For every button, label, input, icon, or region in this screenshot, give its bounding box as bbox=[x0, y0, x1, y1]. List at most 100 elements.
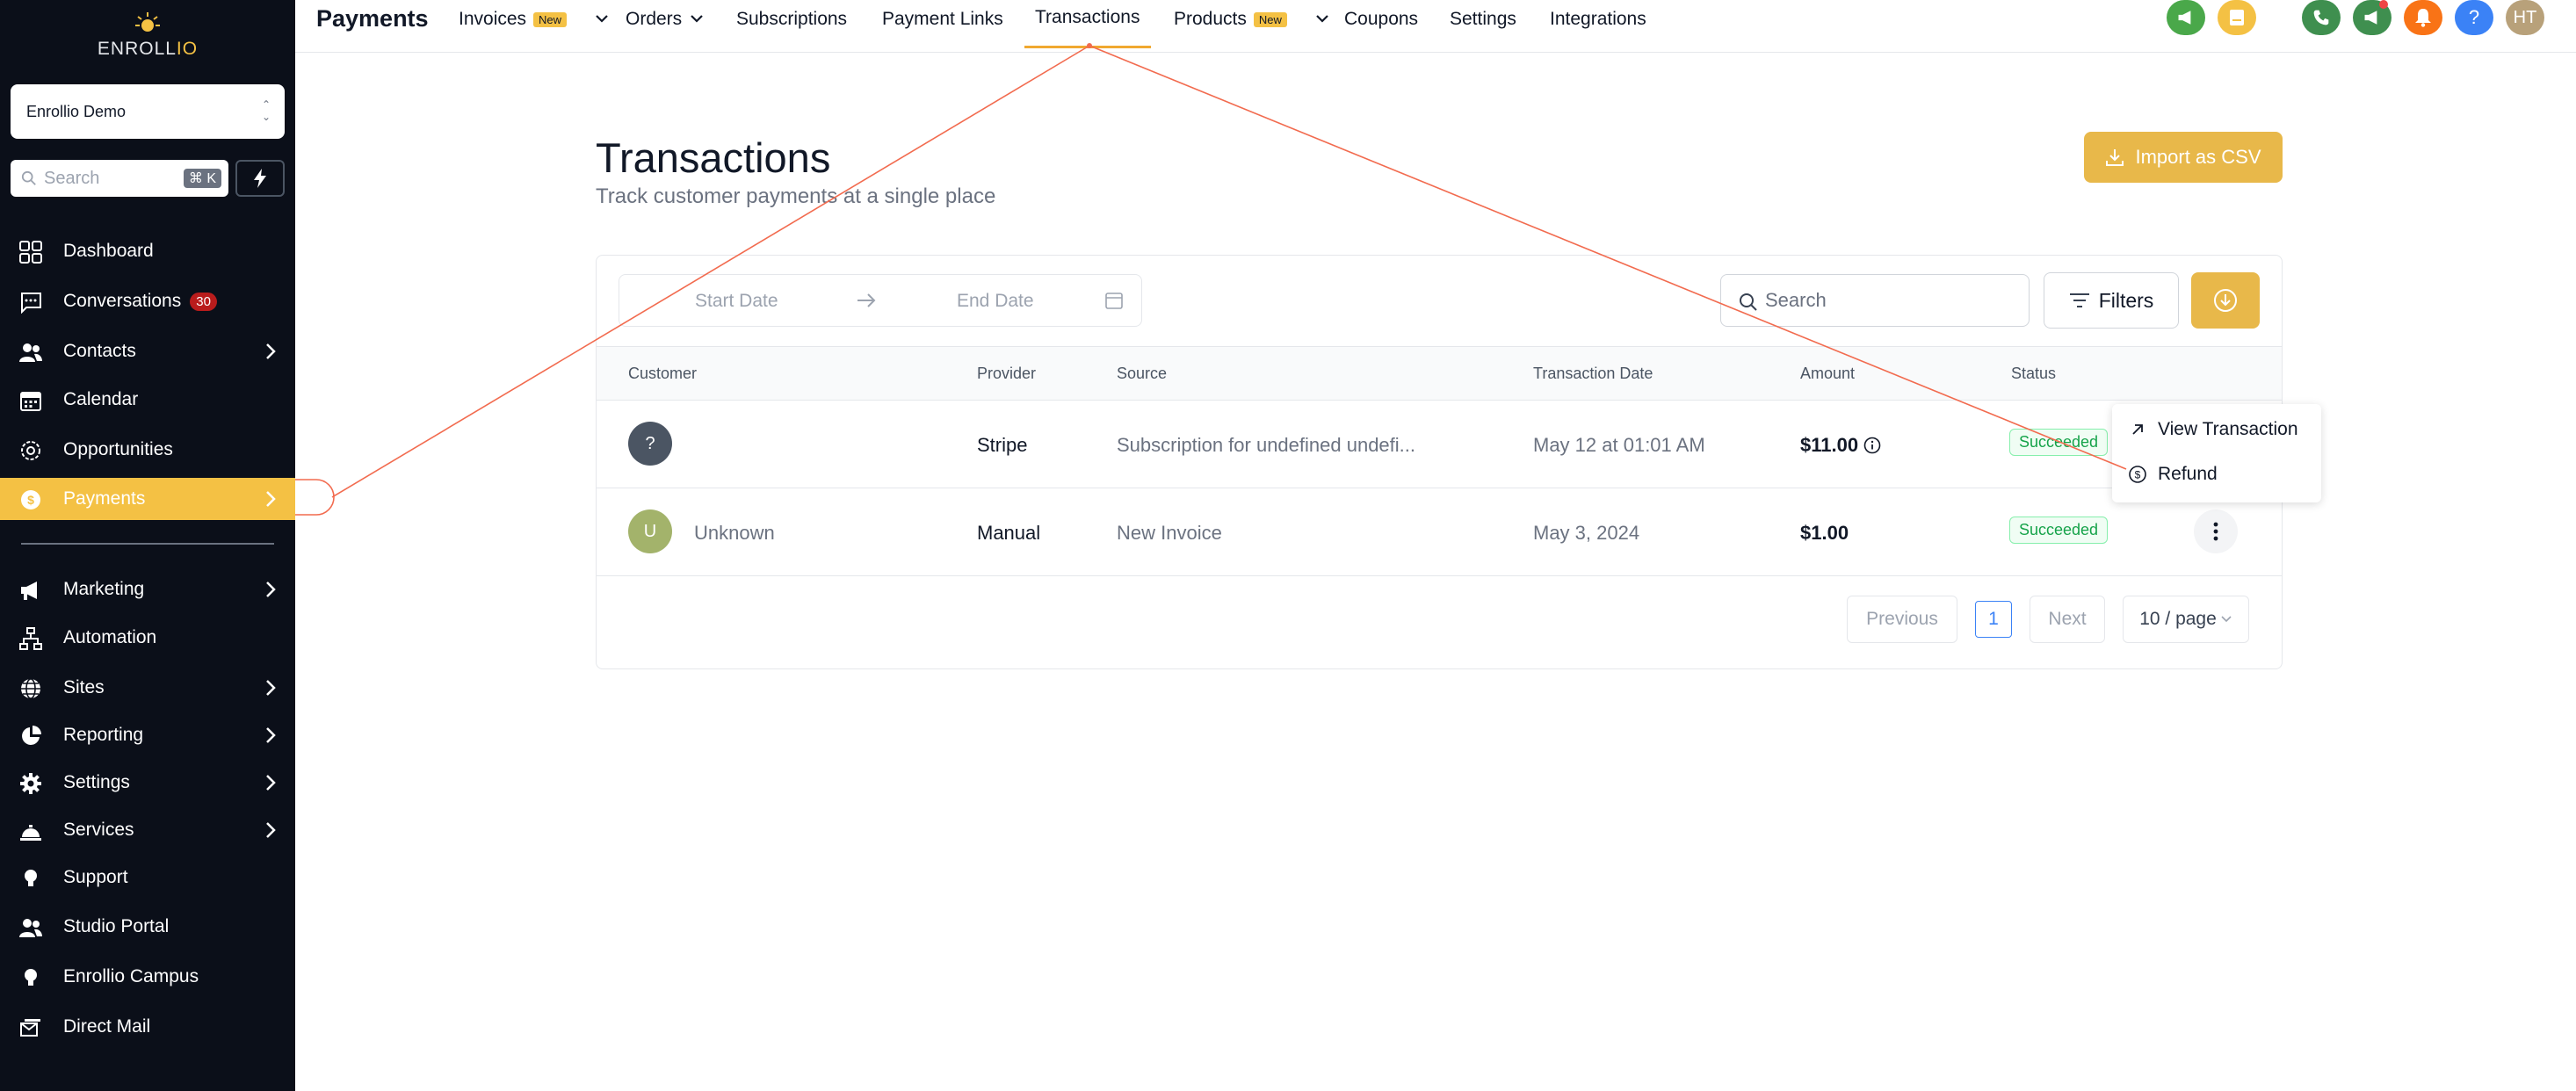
chevron-down-icon[interactable] bbox=[689, 12, 705, 25]
user-avatar[interactable]: HT bbox=[2506, 0, 2544, 35]
globe-icon bbox=[21, 678, 40, 699]
sidebar-search-input[interactable]: Search ⌘ K bbox=[11, 160, 228, 197]
column-header-status[interactable]: Status bbox=[2011, 365, 2056, 383]
export-button[interactable] bbox=[2191, 272, 2260, 329]
section-title: Payments bbox=[316, 5, 429, 32]
sidebar-item-dashboard[interactable]: Dashboard bbox=[0, 230, 295, 272]
tab-invoices[interactable]: Invoices New bbox=[459, 9, 568, 30]
column-header-source[interactable]: Source bbox=[1117, 365, 1167, 383]
column-header-amount[interactable]: Amount bbox=[1800, 365, 1855, 383]
sidebar-item-calendar[interactable]: Calendar bbox=[0, 379, 295, 421]
amount-value: $11.00 bbox=[1800, 434, 1859, 456]
sidebar-item-automation[interactable]: Automation bbox=[0, 617, 295, 659]
filters-button[interactable]: Filters bbox=[2044, 272, 2179, 329]
chevron-down-icon[interactable] bbox=[594, 12, 610, 25]
quick-actions-button[interactable] bbox=[235, 160, 285, 197]
annotation-highlight bbox=[295, 479, 335, 516]
sidebar-divider bbox=[21, 543, 274, 545]
sidebar-item-label: Dashboard bbox=[63, 241, 154, 261]
tab-settings[interactable]: Settings bbox=[1450, 9, 1516, 30]
chevron-up-down-icon: ⌃ ⌄ bbox=[261, 98, 271, 123]
customer-avatar: U bbox=[628, 509, 672, 553]
users-icon bbox=[19, 919, 42, 937]
next-page-button[interactable]: Next bbox=[2030, 596, 2105, 643]
arrow-up-right-icon bbox=[2132, 424, 2143, 435]
download-icon bbox=[2106, 149, 2124, 166]
search-icon bbox=[21, 170, 36, 185]
row-actions-button[interactable] bbox=[2194, 509, 2238, 553]
megaphone-icon bbox=[2178, 11, 2191, 25]
sidebar-item-label: Opportunities bbox=[63, 439, 173, 459]
new-badge: New bbox=[1253, 11, 1287, 27]
help-icon: ? bbox=[2468, 6, 2480, 28]
refund-menu-item[interactable]: $ Refund bbox=[2112, 452, 2321, 496]
target-icon bbox=[21, 441, 40, 460]
sidebar-item-enrollio-campus[interactable]: Enrollio Campus bbox=[0, 956, 295, 998]
sidebar-item-reporting[interactable]: Reporting bbox=[0, 714, 295, 756]
page-size-select[interactable]: 10 / page bbox=[2123, 596, 2249, 643]
tab-coupons[interactable]: Coupons bbox=[1344, 9, 1418, 30]
page-number-button[interactable]: 1 bbox=[1975, 601, 2012, 638]
tab-orders[interactable]: Orders bbox=[626, 9, 682, 30]
chevron-down-icon[interactable] bbox=[1314, 12, 1330, 25]
info-icon[interactable] bbox=[1863, 437, 1881, 454]
menu-item-label: Refund bbox=[2158, 464, 2218, 484]
chat-icon bbox=[21, 293, 41, 314]
import-csv-label: Import as CSV bbox=[2135, 146, 2261, 168]
sidebar-item-opportunities[interactable]: Opportunities bbox=[0, 429, 295, 471]
status-badge: Succeeded bbox=[2009, 517, 2109, 544]
search-icon bbox=[1740, 293, 1757, 311]
column-header-customer[interactable]: Customer bbox=[628, 365, 697, 383]
sidebar-item-conversations[interactable]: Conversations 30 bbox=[0, 280, 295, 322]
table-row[interactable]: ? Stripe Subscription for undefined unde… bbox=[597, 401, 2282, 488]
sidebar-item-payments[interactable]: $ Payments bbox=[0, 478, 295, 520]
start-date-placeholder: Start Date bbox=[695, 291, 778, 311]
view-transaction-menu-item[interactable]: View Transaction bbox=[2112, 408, 2321, 452]
sidebar-item-sites[interactable]: Sites bbox=[0, 667, 295, 709]
sidebar-item-support[interactable]: Support bbox=[0, 856, 295, 899]
sidebar-item-label: Direct Mail bbox=[63, 1016, 151, 1037]
previous-page-button[interactable]: Previous bbox=[1847, 596, 1957, 643]
customer-name[interactable]: Unknown bbox=[694, 522, 775, 545]
sidebar-item-services[interactable]: Services bbox=[0, 809, 295, 851]
tab-payment-links[interactable]: Payment Links bbox=[882, 9, 1003, 30]
column-header-provider[interactable]: Provider bbox=[977, 365, 1036, 383]
mail-icon bbox=[20, 1019, 40, 1037]
marketing-alert-button[interactable] bbox=[2353, 0, 2391, 35]
sidebar-item-marketing[interactable]: Marketing bbox=[0, 568, 295, 611]
tab-transactions[interactable]: Transactions bbox=[1035, 7, 1140, 28]
column-header-transaction-date[interactable]: Transaction Date bbox=[1533, 365, 1653, 383]
more-vertical-icon bbox=[2213, 522, 2218, 541]
phone-button[interactable] bbox=[2302, 0, 2341, 35]
location-switcher[interactable]: Enrollio Demo ⌃ ⌄ bbox=[11, 84, 285, 139]
bell-icon bbox=[2415, 9, 2431, 27]
help-button[interactable]: ? bbox=[2455, 0, 2493, 35]
end-date-placeholder: End Date bbox=[957, 291, 1034, 311]
tab-products[interactable]: Products New bbox=[1174, 9, 1287, 30]
import-csv-button[interactable]: Import as CSV bbox=[2084, 132, 2283, 183]
table-row[interactable]: U Unknown Manual New Invoice May 3, 2024… bbox=[597, 488, 2282, 576]
notifications-button[interactable] bbox=[2404, 0, 2442, 35]
tab-subscriptions[interactable]: Subscriptions bbox=[736, 9, 847, 30]
new-badge: New bbox=[533, 11, 568, 27]
sidebar-item-direct-mail[interactable]: Direct Mail bbox=[0, 1006, 295, 1048]
sidebar-item-settings[interactable]: Settings bbox=[0, 762, 295, 804]
sidebar-item-contacts[interactable]: Contacts bbox=[0, 330, 295, 372]
date-range-picker[interactable]: Start Date End Date bbox=[619, 274, 1142, 327]
sidebar-item-label: Reporting bbox=[63, 725, 144, 745]
sidebar-item-label: Enrollio Campus bbox=[63, 966, 199, 986]
sidebar-item-label: Studio Portal bbox=[63, 916, 170, 936]
enrollio-logo[interactable]: ENROLLIO bbox=[95, 11, 200, 63]
users-icon bbox=[19, 343, 42, 362]
notes-button[interactable] bbox=[2218, 0, 2256, 35]
lightbulb-icon bbox=[25, 969, 37, 986]
user-initials: HT bbox=[2513, 7, 2537, 27]
transactions-search-input[interactable]: Search bbox=[1720, 274, 2030, 327]
sidebar-item-studio-portal[interactable]: Studio Portal bbox=[0, 906, 295, 948]
calendar-icon bbox=[20, 392, 41, 411]
announcement-button[interactable] bbox=[2167, 0, 2205, 35]
service-bell-icon bbox=[20, 825, 41, 841]
tab-label: Products bbox=[1174, 9, 1247, 29]
tab-integrations[interactable]: Integrations bbox=[1550, 9, 1646, 30]
filters-label: Filters bbox=[2098, 288, 2154, 312]
